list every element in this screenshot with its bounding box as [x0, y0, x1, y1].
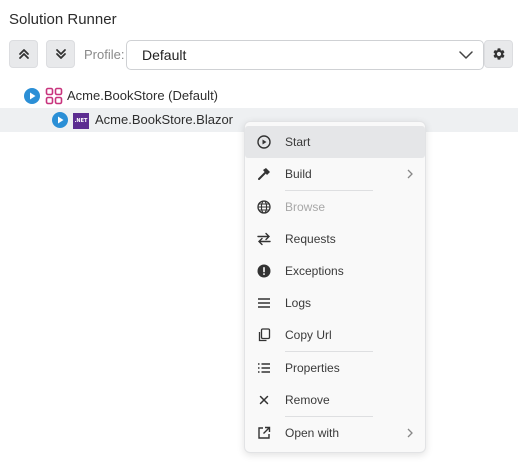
collapse-all-button[interactable] — [9, 40, 38, 68]
close-icon — [257, 393, 271, 407]
list-icon — [257, 361, 271, 375]
arrows-exchange-icon — [257, 232, 271, 246]
menu-item-label: Copy Url — [285, 328, 332, 342]
menu-item-properties[interactable]: Properties — [245, 352, 425, 384]
menu-item-open-with[interactable]: Open with — [245, 417, 425, 449]
menu-item-browse[interactable]: Browse — [245, 191, 425, 223]
menu-item-label: Remove — [285, 393, 330, 407]
play-circle-icon — [257, 135, 271, 149]
menu-item-requests[interactable]: Requests — [245, 223, 425, 255]
chevrons-up-icon — [18, 49, 29, 59]
chevron-right-icon — [407, 169, 413, 179]
menu-item-label: Exceptions — [285, 264, 344, 278]
chevrons-down-icon — [55, 49, 66, 59]
menu-item-start[interactable]: Start — [245, 126, 425, 158]
solution-icon — [45, 87, 63, 105]
menu-item-label: Browse — [285, 200, 326, 214]
exclamation-circle-icon — [257, 264, 271, 278]
hammer-icon — [257, 167, 271, 181]
menu-item-label: Properties — [285, 361, 340, 375]
menu-item-copy-url[interactable]: Copy Url — [245, 319, 425, 351]
copy-icon — [257, 328, 271, 342]
panel-title: Solution Runner — [9, 11, 117, 28]
menu-item-label: Requests — [285, 232, 336, 246]
play-circle-icon[interactable] — [52, 112, 68, 128]
settings-button[interactable] — [484, 40, 513, 68]
menu-item-exceptions[interactable]: Exceptions — [245, 255, 425, 287]
toolbar: Profile: Default — [9, 40, 516, 70]
lines-icon — [257, 296, 271, 310]
external-link-icon — [257, 426, 271, 440]
menu-item-label: Logs — [285, 296, 312, 310]
menu-item-label: Start — [285, 135, 311, 149]
chevron-right-icon — [407, 428, 413, 438]
tree-item-solution[interactable]: Acme.BookStore (Default) — [0, 84, 518, 108]
gear-icon — [493, 48, 504, 60]
profile-value: Default — [142, 47, 187, 63]
menu-item-logs[interactable]: Logs — [245, 287, 425, 319]
dotnet-icon: .NET — [73, 113, 89, 129]
chevron-down-icon — [459, 51, 473, 59]
menu-item-label: Open with — [285, 426, 340, 440]
play-circle-icon[interactable] — [24, 88, 40, 104]
profile-label: Profile: — [84, 47, 125, 62]
tree-item-project-label: Acme.BookStore.Blazor — [95, 112, 234, 127]
globe-icon — [257, 200, 271, 214]
menu-item-label: Build — [285, 167, 312, 181]
profile-select[interactable]: Default — [126, 40, 484, 70]
menu-item-build[interactable]: Build — [245, 158, 425, 190]
expand-all-button[interactable] — [46, 40, 75, 68]
context-menu: Start Build Browse Requests Exceptions L… — [244, 121, 426, 453]
tree-item-solution-label: Acme.BookStore (Default) — [67, 88, 219, 103]
menu-item-remove[interactable]: Remove — [245, 384, 425, 416]
